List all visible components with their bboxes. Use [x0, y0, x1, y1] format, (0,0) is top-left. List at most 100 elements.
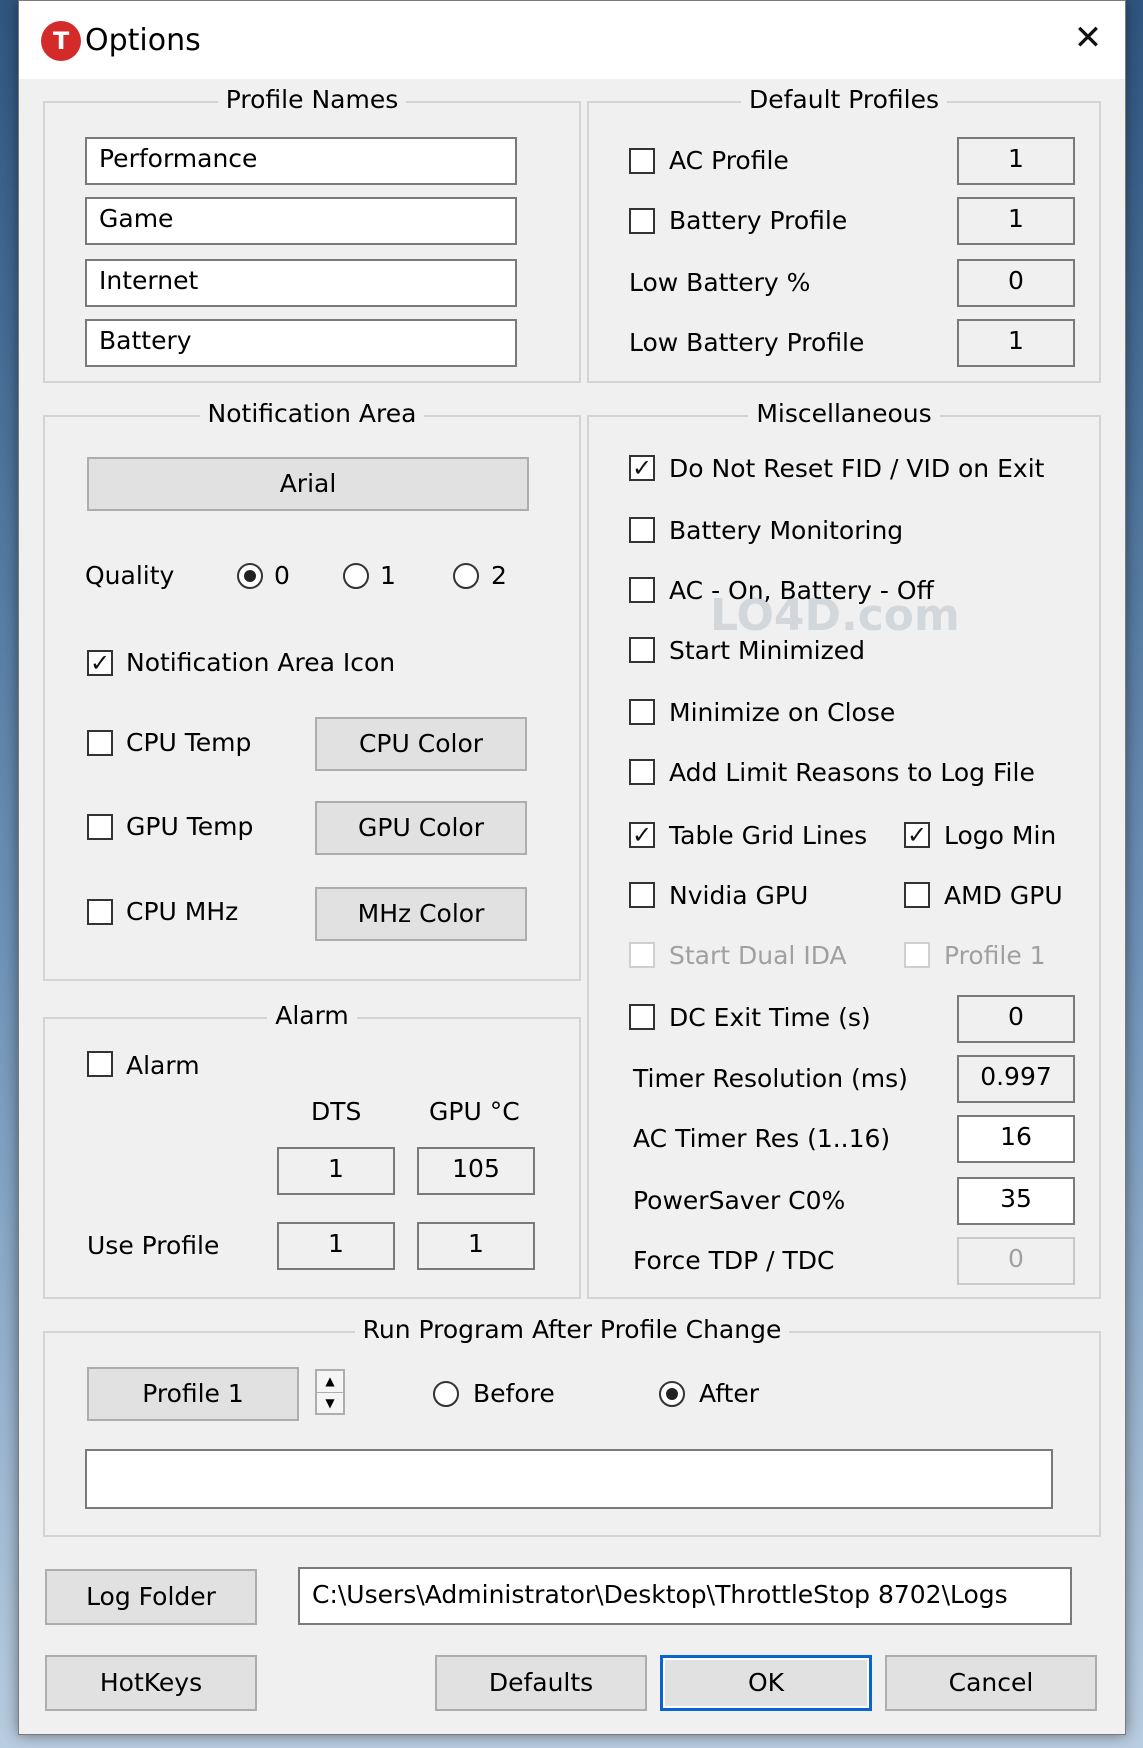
notification-area-icon-checkbox[interactable]: ✓: [87, 650, 113, 676]
minimize-on-close-label: Minimize on Close: [669, 698, 896, 727]
dc-exit-time-checkbox[interactable]: [629, 1004, 655, 1030]
cpu-mhz-checkbox[interactable]: [87, 899, 113, 925]
quality-option-0: 0: [274, 561, 290, 590]
run-program-profile-button[interactable]: Profile 1: [87, 1367, 299, 1421]
low-battery-pct-label: Low Battery %: [629, 268, 811, 297]
dc-exit-time-value[interactable]: 0: [957, 995, 1075, 1043]
options-dialog: T Options ✕ Profile Names Performance Ga…: [18, 0, 1126, 1735]
amd-gpu-label: AMD GPU: [944, 881, 1063, 910]
after-label: After: [699, 1379, 760, 1408]
mhz-color-button[interactable]: MHz Color: [315, 887, 527, 941]
dc-exit-time-label: DC Exit Time (s): [669, 1003, 871, 1032]
alarm-dts-value[interactable]: 1: [277, 1147, 395, 1195]
defaults-button[interactable]: Defaults: [435, 1655, 647, 1711]
ac-timer-res-value[interactable]: 16: [957, 1115, 1075, 1163]
gpu-color-button[interactable]: GPU Color: [315, 801, 527, 855]
profile-name-1-field[interactable]: Performance: [85, 137, 517, 185]
group-title: Run Program After Profile Change: [354, 1315, 790, 1344]
force-tdp-label: Force TDP / TDC: [633, 1246, 835, 1275]
quality-option-1: 1: [380, 561, 396, 590]
timer-resolution-value: 0.997: [957, 1055, 1075, 1103]
before-radio[interactable]: [433, 1381, 459, 1407]
start-dual-ida-label: Start Dual IDA: [669, 941, 847, 970]
dts-header: DTS: [311, 1097, 362, 1126]
battery-profile-checkbox[interactable]: [629, 208, 655, 234]
cancel-button[interactable]: Cancel: [885, 1655, 1097, 1711]
after-radio[interactable]: [659, 1381, 685, 1407]
gpu-temp-checkbox[interactable]: [87, 814, 113, 840]
low-battery-profile-value[interactable]: 1: [957, 319, 1075, 367]
run-program-path-field[interactable]: [85, 1449, 1053, 1509]
ac-profile-label: AC Profile: [669, 146, 789, 175]
do-not-reset-label: Do Not Reset FID / VID on Exit: [669, 454, 1045, 483]
title-bar[interactable]: T Options ✕: [19, 1, 1125, 79]
nvidia-gpu-checkbox[interactable]: [629, 882, 655, 908]
quality-label: Quality: [85, 561, 175, 590]
ok-button[interactable]: OK: [660, 1655, 872, 1711]
quality-option-2: 2: [491, 561, 507, 590]
spin-down-icon[interactable]: ▼: [317, 1393, 343, 1414]
battery-monitoring-checkbox[interactable]: [629, 517, 655, 543]
group-title: Alarm: [267, 1001, 357, 1030]
close-icon[interactable]: ✕: [1065, 15, 1111, 61]
battery-profile-label: Battery Profile: [669, 206, 848, 235]
powersaver-value[interactable]: 35: [957, 1177, 1075, 1225]
profile-name-4-field[interactable]: Battery: [85, 319, 517, 367]
start-dual-ida-checkbox: [629, 942, 655, 968]
table-grid-lines-checkbox[interactable]: ✓: [629, 822, 655, 848]
gpu-temp-label: GPU Temp: [126, 812, 254, 841]
throttlestop-app-icon: T: [41, 21, 81, 61]
lo4d-watermark: LO4D.com: [710, 590, 960, 641]
ac-timer-res-label: AC Timer Res (1..16): [633, 1124, 891, 1153]
nvidia-gpu-label: Nvidia GPU: [669, 881, 809, 910]
use-profile-dts-value[interactable]: 1: [277, 1222, 395, 1270]
miscellaneous-group: Miscellaneous: [587, 399, 1101, 1299]
group-title: Default Profiles: [740, 85, 948, 114]
gpu-temp-header: GPU °C: [429, 1097, 520, 1126]
quality-radio-0[interactable]: [237, 563, 263, 589]
hotkeys-button[interactable]: HotKeys: [45, 1655, 257, 1711]
profile-name-3-field[interactable]: Internet: [85, 259, 517, 307]
before-label: Before: [473, 1379, 555, 1408]
notification-area-icon-label: Notification Area Icon: [126, 648, 396, 677]
spin-up-icon[interactable]: ▲: [317, 1371, 343, 1393]
start-minimized-checkbox[interactable]: [629, 637, 655, 663]
font-button[interactable]: Arial: [87, 457, 529, 511]
logo-min-label: Logo Min: [944, 821, 1057, 850]
profile-name-2-field[interactable]: Game: [85, 197, 517, 245]
cpu-color-button[interactable]: CPU Color: [315, 717, 527, 771]
logo-min-checkbox[interactable]: ✓: [904, 822, 930, 848]
log-folder-button[interactable]: Log Folder: [45, 1569, 257, 1625]
alarm-label: Alarm: [126, 1051, 200, 1080]
minimize-on-close-checkbox[interactable]: [629, 699, 655, 725]
ac-profile-checkbox[interactable]: [629, 148, 655, 174]
quality-radio-2[interactable]: [453, 563, 479, 589]
group-title: Miscellaneous: [748, 399, 940, 428]
force-tdp-value: 0: [957, 1237, 1075, 1285]
profile-1-label: Profile 1: [944, 941, 1046, 970]
ac-profile-value[interactable]: 1: [957, 137, 1075, 185]
cpu-temp-label: CPU Temp: [126, 728, 252, 757]
cpu-temp-checkbox[interactable]: [87, 730, 113, 756]
battery-profile-value[interactable]: 1: [957, 197, 1075, 245]
battery-monitoring-label: Battery Monitoring: [669, 516, 904, 545]
window-title: Options: [85, 23, 201, 58]
profile-spinner[interactable]: ▲ ▼: [315, 1369, 345, 1415]
log-path-field[interactable]: C:\Users\Administrator\Desktop\ThrottleS…: [298, 1567, 1072, 1625]
powersaver-label: PowerSaver C0%: [633, 1186, 846, 1215]
profile-1-checkbox: [904, 942, 930, 968]
use-profile-gpu-value[interactable]: 1: [417, 1222, 535, 1270]
group-title: Notification Area: [199, 399, 425, 428]
cpu-mhz-label: CPU MHz: [126, 897, 239, 926]
use-profile-label: Use Profile: [87, 1231, 220, 1260]
ac-on-battery-off-checkbox[interactable]: [629, 577, 655, 603]
add-limit-reasons-checkbox[interactable]: [629, 759, 655, 785]
quality-radio-1[interactable]: [343, 563, 369, 589]
low-battery-pct-value[interactable]: 0: [957, 259, 1075, 307]
alarm-gpu-value[interactable]: 105: [417, 1147, 535, 1195]
timer-resolution-label: Timer Resolution (ms): [633, 1064, 908, 1093]
table-grid-lines-label: Table Grid Lines: [669, 821, 868, 850]
alarm-checkbox[interactable]: [87, 1051, 113, 1077]
amd-gpu-checkbox[interactable]: [904, 882, 930, 908]
do-not-reset-checkbox[interactable]: ✓: [629, 455, 655, 481]
